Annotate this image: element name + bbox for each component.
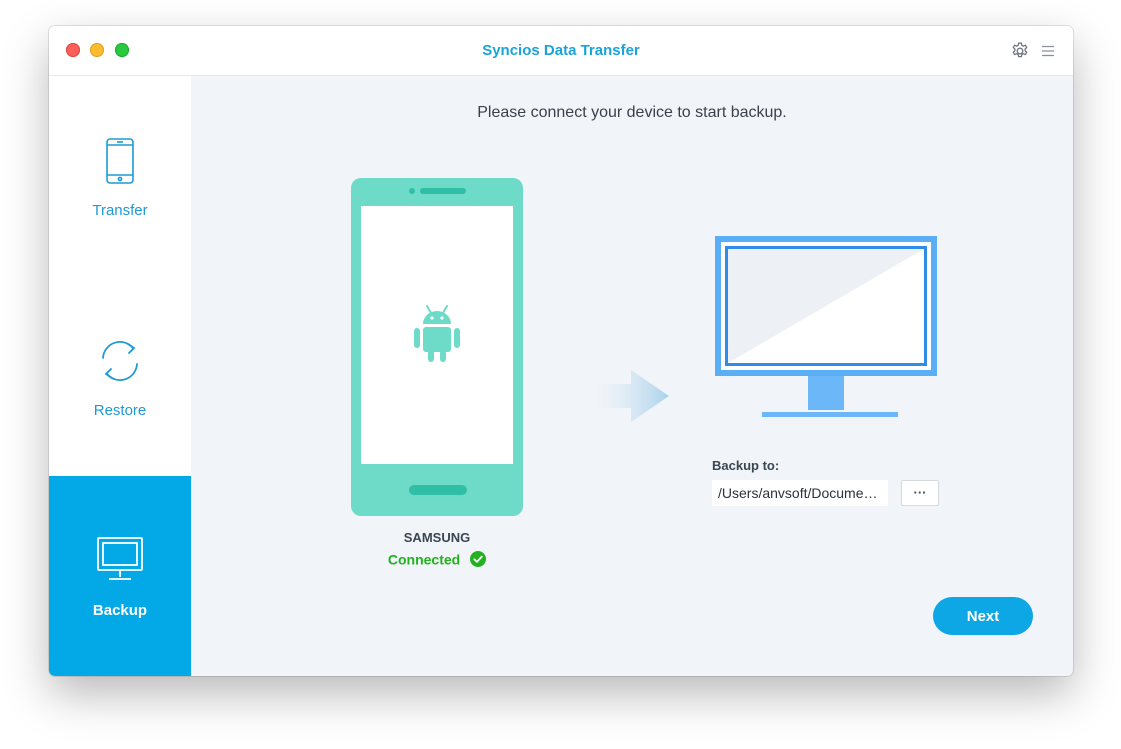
sidebar: Transfer Restore Backup xyxy=(49,76,191,676)
sidebar-item-label: Backup xyxy=(92,602,148,619)
backup-path-field[interactable]: /Users/anvsoft/Documents/Syncios Data Tr… xyxy=(712,480,888,506)
transfer-arrow-icon xyxy=(597,370,669,422)
device-name: SAMSUNG xyxy=(403,530,471,545)
sidebar-item-label: Transfer xyxy=(92,202,148,219)
phone-illustration xyxy=(351,178,523,516)
next-button[interactable]: Next xyxy=(933,597,1033,635)
sidebar-item-transfer[interactable]: Transfer xyxy=(49,76,191,276)
menu-button[interactable] xyxy=(1040,43,1056,59)
gear-icon xyxy=(1012,42,1028,58)
check-circle-icon xyxy=(470,551,487,568)
backup-to-label: Backup to: xyxy=(712,458,780,473)
computer-monitor-illustration xyxy=(715,236,937,417)
main-panel: Please connect your device to start back… xyxy=(191,76,1073,676)
app-window: Syncios Data Transfer Transfer Restore B… xyxy=(49,26,1073,676)
browse-path-button[interactable]: ··· xyxy=(901,480,939,506)
refresh-cycle-icon xyxy=(102,341,138,381)
settings-button[interactable] xyxy=(1010,41,1030,61)
title-bar: Syncios Data Transfer xyxy=(49,26,1073,76)
hamburger-menu-icon xyxy=(1042,45,1054,57)
sidebar-item-backup[interactable]: Backup xyxy=(49,476,191,676)
connect-prompt: Please connect your device to start back… xyxy=(477,104,787,121)
app-title: Syncios Data Transfer xyxy=(482,42,640,59)
sidebar-item-label: Restore xyxy=(93,402,147,419)
sidebar-item-restore[interactable]: Restore xyxy=(49,276,191,476)
connected-label: Connected xyxy=(387,551,461,568)
desktop-monitor-icon xyxy=(97,537,143,580)
smartphone-icon xyxy=(106,138,134,184)
device-status: Connected xyxy=(367,550,507,568)
